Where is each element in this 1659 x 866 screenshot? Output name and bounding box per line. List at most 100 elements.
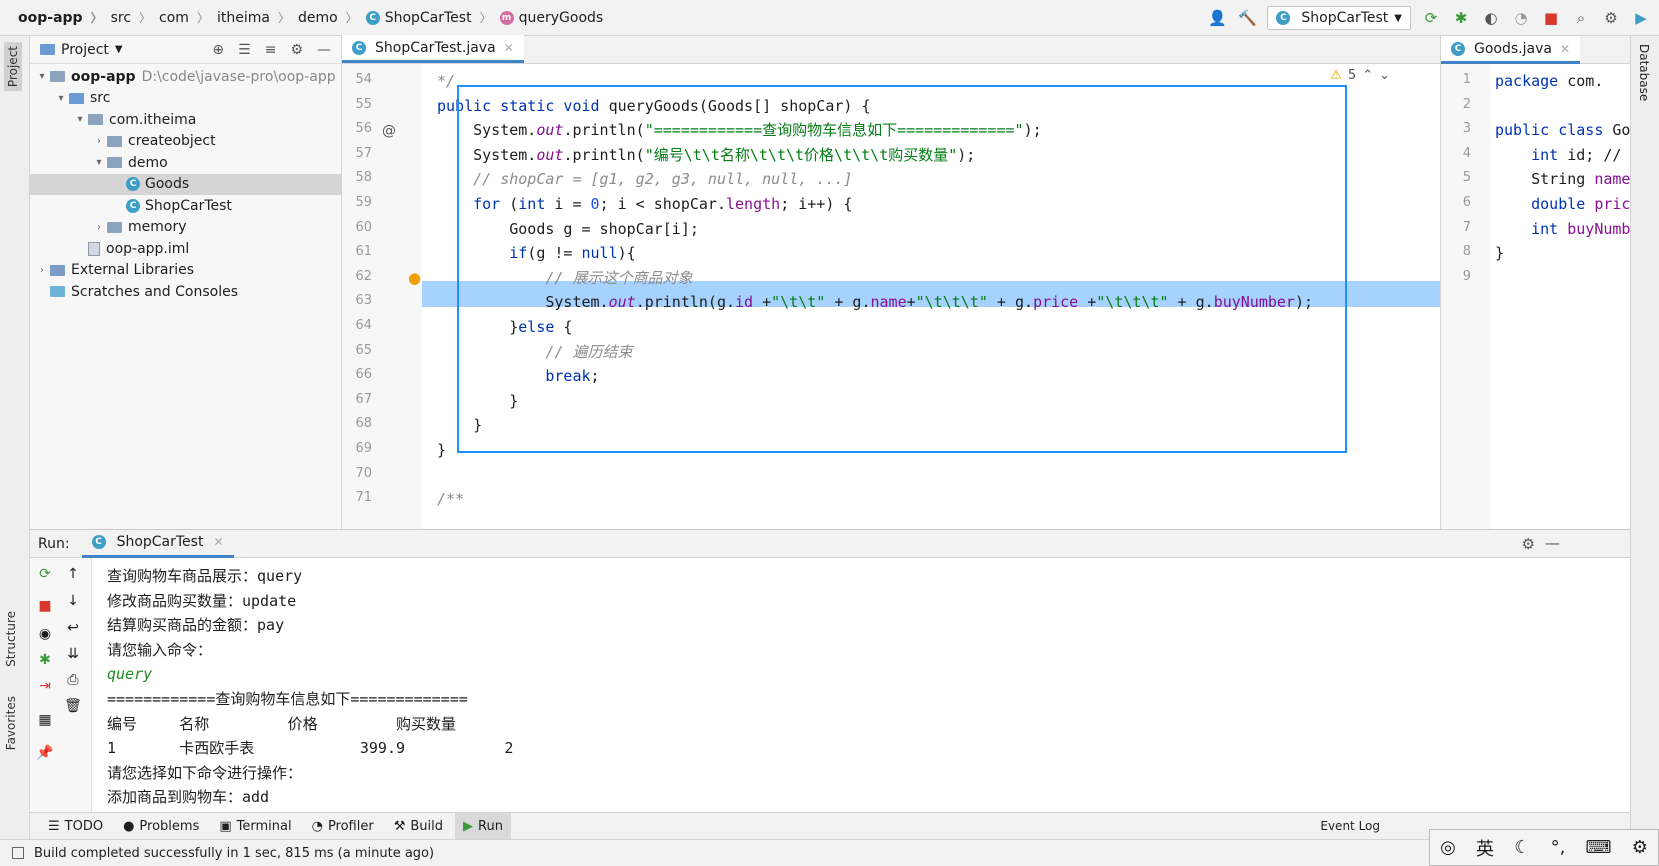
close-icon[interactable]: ✕ xyxy=(1560,42,1570,56)
rerun-icon[interactable]: ⟳ xyxy=(1421,8,1441,28)
chevron-down-icon[interactable]: ▾ xyxy=(72,114,88,125)
structure-tool-tab[interactable]: Structure xyxy=(4,611,18,667)
gear-icon[interactable]: ⚙ xyxy=(1522,535,1535,553)
console-output[interactable]: 查询购物车商品展示：query 修改商品购买数量：update 结算购买商品的金额：… xyxy=(92,558,1630,813)
chevron-down-icon[interactable]: ▼ xyxy=(115,44,123,55)
library-icon xyxy=(50,264,65,276)
stop-icon[interactable]: ■ xyxy=(35,596,55,616)
breadcrumb-item[interactable]: C ShopCarTest 〉 xyxy=(365,9,500,26)
collapse-all-icon[interactable]: ≡ xyxy=(265,42,277,58)
breadcrumb-item[interactable]: src 〉 xyxy=(111,9,159,26)
pin-icon[interactable]: 📌 xyxy=(35,743,55,763)
bulb-icon[interactable]: ● xyxy=(408,269,421,287)
code-token: } xyxy=(437,416,483,435)
layout-icon[interactable]: ▦ xyxy=(35,710,55,730)
tree-item[interactable]: ▾ src xyxy=(30,88,341,110)
debug-icon[interactable]: ✱ xyxy=(35,650,55,670)
tool-tab-problems[interactable]: ● Problems xyxy=(115,813,207,840)
tree-item[interactable]: ▾ com.itheima xyxy=(30,109,341,131)
breadcrumb-item[interactable]: com 〉 xyxy=(159,9,217,26)
chevron-right-icon[interactable]: › xyxy=(91,136,107,147)
exit-icon[interactable]: ⇥ xyxy=(35,676,55,696)
tab-shopcartest-java[interactable]: C ShopCarTest.java ✕ xyxy=(342,35,524,63)
minimize-icon[interactable]: — xyxy=(317,42,331,58)
tab-goods-java[interactable]: C Goods.java ✕ xyxy=(1441,36,1581,64)
tree-item[interactable]: › createobject xyxy=(30,131,341,153)
rerun-icon[interactable]: ⟳ xyxy=(35,564,55,584)
print-icon[interactable]: ⎙ xyxy=(63,670,83,690)
run-tab-shopcartest[interactable]: C ShopCarTest ✕ xyxy=(81,530,234,558)
tool-tab-terminal[interactable]: ▣ Terminal xyxy=(211,813,299,840)
chevron-down-icon[interactable]: ▾ xyxy=(34,71,50,82)
arrow-up-icon[interactable]: ↑ xyxy=(63,564,83,584)
line-number: 57 xyxy=(355,145,372,161)
tree-item[interactable]: Scratches and Consoles xyxy=(30,281,341,303)
tree-item[interactable]: C Goods xyxy=(30,173,341,195)
keyboard-icon[interactable]: ⌨ xyxy=(1586,837,1612,858)
event-log-tab[interactable]: Event Log xyxy=(1320,819,1380,833)
chevron-right-icon[interactable]: › xyxy=(34,265,50,276)
terminal-icon: ▣ xyxy=(219,818,232,834)
chevron-right-icon[interactable]: › xyxy=(91,222,107,233)
tree-item[interactable]: ▾ demo xyxy=(30,152,341,174)
chevron-down-icon[interactable]: ▾ xyxy=(91,157,107,168)
breadcrumb-item[interactable]: itheima 〉 xyxy=(217,9,298,26)
console-line: 查询购物车商品展示：query xyxy=(107,567,303,585)
ime-logo-icon[interactable]: ◎ xyxy=(1440,837,1456,858)
camera-icon[interactable]: ◉ xyxy=(35,624,55,644)
trash-icon[interactable]: 🗑 xyxy=(63,696,83,716)
override-gutter-icon[interactable]: @ xyxy=(382,123,396,139)
status-message[interactable]: Build completed successfully in 1 sec, 8… xyxy=(34,846,434,861)
status-square-icon[interactable] xyxy=(12,847,24,859)
database-tool-tab[interactable]: Database xyxy=(1637,44,1651,101)
soft-wrap-icon[interactable]: ↩ xyxy=(63,618,83,638)
gear-icon[interactable]: ⚙ xyxy=(1632,837,1648,858)
tool-tab-label: Build xyxy=(410,818,444,834)
tree-item[interactable]: ▾ oop-app D:\code\javase-pro\oop-app xyxy=(30,66,341,88)
gear-icon[interactable]: ⚙ xyxy=(290,42,303,58)
breadcrumb-item[interactable]: oop-app 〉 xyxy=(18,9,111,26)
tree-item-label: com.itheima xyxy=(109,111,197,128)
tree-item[interactable]: oop-app.iml xyxy=(30,238,341,260)
build-hammer-icon[interactable]: 🔨 xyxy=(1237,8,1257,28)
arrow-down-icon[interactable]: ↓ xyxy=(63,591,83,611)
tree-item[interactable]: › memory xyxy=(30,217,341,239)
code-area[interactable]: */ public static void queryGoods(Goods[] … xyxy=(422,64,1440,529)
ime-language[interactable]: 英 xyxy=(1476,835,1494,861)
moon-icon[interactable]: ☾ xyxy=(1514,837,1530,858)
project-folder-icon xyxy=(40,44,55,55)
close-icon[interactable]: ✕ xyxy=(213,535,223,549)
breadcrumb-item[interactable]: demo 〉 xyxy=(298,9,366,26)
tree-item[interactable]: › External Libraries xyxy=(30,260,341,282)
tool-tab-todo[interactable]: ☰ TODO xyxy=(40,813,111,840)
project-panel-title[interactable]: Project xyxy=(61,42,109,58)
chevron-down-icon[interactable]: ▾ xyxy=(53,93,69,104)
coverage-icon[interactable]: ◐ xyxy=(1481,8,1501,28)
project-tool-tab[interactable]: Project xyxy=(4,42,22,92)
scroll-to-end-icon[interactable]: ⇊ xyxy=(63,644,83,664)
inspection-widget[interactable]: ⚠ 5 ⌃ ⌄ xyxy=(1330,68,1390,83)
run-configuration-select[interactable]: C ShopCarTest ▼ xyxy=(1267,6,1411,30)
tool-tab-build[interactable]: ⚒ Build xyxy=(386,813,451,840)
chevron-down-icon[interactable]: ⌄ xyxy=(1379,68,1390,83)
tree-item-label: oop-app.iml xyxy=(106,240,190,257)
tree-item[interactable]: C ShopCarTest xyxy=(30,195,341,217)
chevron-up-icon[interactable]: ⌃ xyxy=(1362,68,1373,83)
settings-icon[interactable]: ⚙ xyxy=(1601,8,1621,28)
search-icon[interactable]: ⌕ xyxy=(1571,8,1591,28)
favorites-tool-tab[interactable]: Favorites xyxy=(4,696,18,750)
tool-tab-run[interactable]: ▶ Run xyxy=(455,812,511,840)
minimize-icon[interactable]: — xyxy=(1545,534,1560,552)
close-icon[interactable]: ✕ xyxy=(504,41,514,55)
punctuation-icon[interactable]: °, xyxy=(1551,837,1566,858)
code-area[interactable]: package com. public class Go int id; // S… xyxy=(1491,64,1631,529)
expand-all-icon[interactable]: ☰ xyxy=(238,42,251,58)
tool-tab-profiler[interactable]: ◔ Profiler xyxy=(304,813,382,840)
locate-icon[interactable]: ⊕ xyxy=(212,42,224,58)
breadcrumb-item[interactable]: m queryGoods xyxy=(499,10,603,26)
user-icon[interactable]: 👤 xyxy=(1207,8,1227,28)
profile-icon[interactable]: ◔ xyxy=(1511,8,1531,28)
stop-icon[interactable]: ■ xyxy=(1541,8,1561,28)
debug-icon[interactable]: ✱ xyxy=(1451,8,1471,28)
plugin-icon[interactable]: ▶ xyxy=(1631,8,1651,28)
